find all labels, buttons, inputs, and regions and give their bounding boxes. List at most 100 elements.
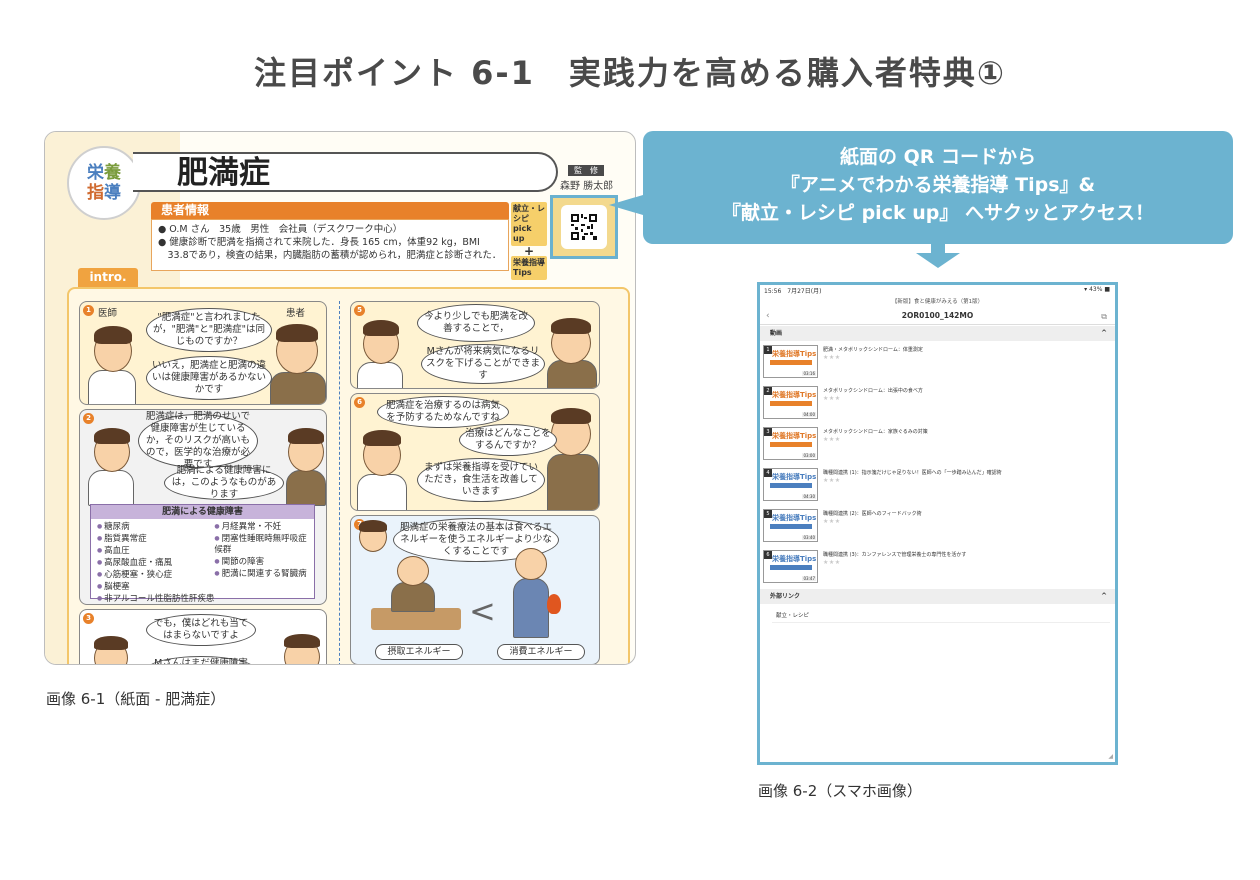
nutrition-guidance-logo: 栄養 指導 (67, 146, 141, 220)
video-duration: 04:00 (802, 412, 816, 417)
resize-handle-icon: ◢ (1108, 753, 1113, 760)
thumb-bar (770, 360, 812, 365)
patient-info-body: ● O.M さん 35歳 男性 会社員（デスクワーク中心） ● 健康診断で肥満を… (151, 219, 509, 271)
logo-char: 導 (104, 183, 121, 203)
rating-stars[interactable]: ★★★ (823, 395, 841, 402)
video-thumbnail: 6 栄養指導Tips 03:47 (763, 550, 818, 583)
tablet-screenshot: 15:56 7月27日(月) ▾ 43% ■ 【新版】食と健康がみえる（第1版）… (757, 282, 1118, 765)
speech-bubble: いいえ，肥満症と肥満の違いは健康障害があるかないかです (146, 356, 272, 400)
copy-icon[interactable]: ⧉ (1101, 312, 1107, 322)
video-section-label: 動画 (770, 330, 783, 337)
disorder-item: 脂質異常症 (97, 533, 214, 545)
disorder-list-col2: 月経異常・不妊 閉塞性睡眠時無呼吸症候群 関節の障害 肥満に関連する腎臓病 (214, 521, 308, 604)
video-duration: 03:00 (802, 453, 816, 458)
video-thumbnail: 3 栄養指導Tips 03:00 (763, 427, 818, 460)
disorder-item: 閉塞性睡眠時無呼吸症候群 (214, 533, 308, 556)
manga-panel-7: 7 肥満症の栄養療法の基本は食べるエネルギーを使うエネルギーより少なくすることで… (350, 515, 600, 664)
video-number: 3 (764, 428, 772, 436)
manga-area: 1 医師 患者 "肥満症"と言われましたが，"肥満"と"肥満症"は同じものですか… (67, 287, 630, 664)
video-list-item[interactable]: 4 栄養指導Tips 04:30 職種間連携 (1)：指示箋だけじゃ足りない！医… (760, 466, 1115, 507)
speech-bubble: 今より少しでも肥満を改善することで， (417, 304, 535, 342)
health-disorder-header: 肥満による健康障害 (91, 505, 314, 519)
speech-bubble: 肥満による健康障害には，このようなものがあります (164, 465, 284, 500)
speech-bubble: Mさんが将来病気になるリスクを下げることができます (421, 344, 545, 384)
caption-right: 画像 6-2（スマホ画像） (758, 782, 922, 800)
rating-stars[interactable]: ★★★ (823, 477, 841, 484)
video-title: 職種間連携 (3)：カンファレンスで管理栄養士の専門性を活かす (823, 552, 967, 558)
video-thumbnail: 1 栄養指導Tips 03:16 (763, 345, 818, 378)
less-than-icon: < (469, 592, 496, 630)
external-links-header[interactable]: 外部リンク ^ (760, 589, 1115, 604)
qr-callout: 紙面の QR コードから 『アニメでわかる栄養指導 Tips』& 『献立・レシピ… (643, 131, 1233, 244)
qr-code-highlight (550, 195, 618, 259)
manga-panel-2: 2 肥満症は，肥満のせいで健康障害が生じているか，そのリスクが高いもので，医学的… (79, 409, 327, 605)
video-duration: 03:40 (802, 535, 816, 540)
video-title: 職種間連携 (1)：指示箋だけじゃ足りない！医師への「一歩踏み込んだ」確認術 (823, 470, 1002, 476)
video-duration: 04:30 (802, 494, 816, 499)
thumb-title: 栄養指導Tips (772, 514, 817, 522)
speech-bubble: でも，僕はどれも当てはまらないですよ (146, 614, 256, 646)
video-list-item[interactable]: 1 栄養指導Tips 03:16 肥満・メタボリックシンドローム：体重測定 ★★… (760, 343, 1115, 384)
burn-energy-label: 消費エネルギー (497, 644, 585, 660)
rating-stars[interactable]: ★★★ (823, 518, 841, 525)
recipe-pickup-label: 献立・レシピ pick up (511, 202, 547, 246)
rating-stars[interactable]: ★★★ (823, 354, 841, 361)
video-list-item[interactable]: 3 栄養指導Tips 03:00 メタボリックシンドローム：家族ぐるみの対策 ★… (760, 425, 1115, 466)
video-title: メタボリックシンドローム：出張中の食べ方 (823, 388, 923, 394)
disorder-item: 高血圧 (97, 545, 214, 557)
patient-info-header: 患者情報 (151, 202, 509, 219)
disorder-item: 非アルコール性脂肪性肝疾患 (97, 593, 214, 604)
video-list-item[interactable]: 6 栄養指導Tips 03:47 職種間連携 (3)：カンファレンスで管理栄養士… (760, 548, 1115, 589)
manga-panel-1: 1 医師 患者 "肥満症"と言われましたが，"肥満"と"肥満症"は同じものですか… (79, 301, 327, 405)
video-list-item[interactable]: 5 栄養指導Tips 03:40 職種間連携 (2)：医師へのフィードバック術 … (760, 507, 1115, 548)
recipe-link[interactable]: 献立・レシピ (772, 609, 1110, 623)
disorder-item: 糖尿病 (97, 521, 214, 533)
thumb-bar (770, 442, 812, 447)
role-doctor: 医師 (98, 308, 118, 319)
page-title: 注目ポイント 6-1 実践力を高める購入者特典① (253, 54, 1007, 92)
speech-bubble: "肥満症"と言われましたが，"肥満"と"肥満症"は同じものですか？ (146, 308, 272, 352)
logo-char: 養 (104, 163, 121, 183)
video-section-header[interactable]: 動画 ^ (760, 326, 1115, 341)
flame-icon (547, 594, 561, 614)
thumb-bar (770, 524, 812, 529)
speech-bubble: 肥満症は，肥満のせいで健康障害が生じているか，そのリスクが高いもので，医学的な治… (138, 411, 258, 470)
video-list-item[interactable]: 2 栄養指導Tips 04:00 メタボリックシンドローム：出張中の食べ方 ★★… (760, 384, 1115, 425)
tips-label: 栄養指導 Tips (511, 256, 547, 280)
panel-number: 2 (83, 413, 94, 424)
role-patient: 患者 (286, 308, 306, 319)
video-title: 職種間連携 (2)：医師へのフィードバック術 (823, 511, 922, 517)
arrow-down-icon (916, 244, 960, 268)
patient-line: ● 健康診断で肥満を指摘されて来院した．身長 165 cm，体重92 kg，BM… (158, 237, 480, 248)
caption-left: 画像 6-1（紙面 - 肥満症） (46, 690, 226, 708)
content-id-title: 2OR0100_142MO (760, 311, 1115, 325)
callout-line: 紙面の QR コードから (839, 146, 1036, 168)
speech-bubble: 肥満症を治療するのは病気を予防するためなんですね (377, 396, 509, 428)
rating-stars[interactable]: ★★★ (823, 436, 841, 443)
video-duration: 03:47 (802, 576, 816, 581)
disorder-item: 関節の障害 (214, 556, 308, 568)
supervisor-label: 監 修 (568, 165, 604, 176)
disorder-item: 高尿酸血症・痛風 (97, 557, 214, 569)
video-number: 2 (764, 387, 772, 395)
logo-char: 指 (87, 183, 104, 203)
article-title-box: 肥満症 (133, 152, 558, 192)
qr-code[interactable] (561, 205, 607, 249)
disorder-list-col1: 糖尿病 脂質異常症 高血圧 高尿酸血症・痛風 心筋梗塞・狭心症 脳梗塞 非アルコ… (97, 521, 214, 604)
panel-number: 5 (354, 305, 365, 316)
intake-energy-label: 摂取エネルギー (375, 644, 463, 660)
manga-panel-3: 3 でも，僕はどれも当てはまらないですよ Mさんはまだ健康障害は (79, 609, 327, 664)
status-bar: 15:56 7月27日(月) ▾ 43% ■ (760, 285, 1115, 295)
patient-line: 33.8であり，検査の結果，内臓脂肪の蓄積が認められ，肥満症と診断された． (158, 250, 502, 261)
magazine-page: 栄養 指導 肥満症 監 修 森野 勝太郎 患者情報 ● O.M さん 35歳 男… (44, 131, 636, 665)
video-title: メタボリックシンドローム：家族ぐるみの対策 (823, 429, 928, 435)
article-title: 肥満症 (177, 155, 270, 191)
logo-char: 栄 (87, 163, 104, 183)
video-number: 5 (764, 510, 772, 518)
callout-line: 『献立・レシピ pick up』 へサクッとアクセス！ (721, 202, 1155, 224)
status-time: 15:56 7月27日(月) (764, 288, 822, 295)
thumb-bar (770, 483, 812, 488)
rating-stars[interactable]: ★★★ (823, 559, 841, 566)
panel-number: 3 (83, 613, 94, 624)
chevron-up-icon: ^ (1101, 329, 1107, 337)
